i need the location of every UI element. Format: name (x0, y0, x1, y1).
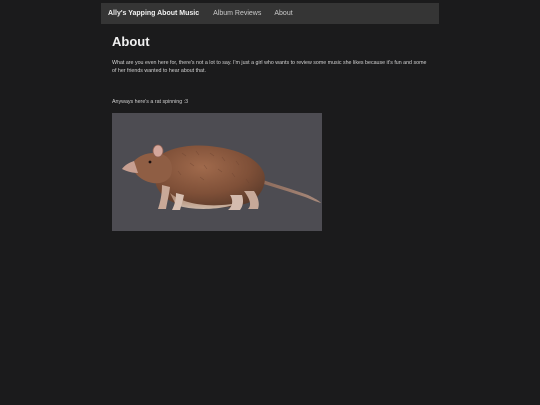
rat-tail (260, 179, 321, 203)
nav-link-about[interactable]: About (274, 10, 292, 17)
site-brand-link[interactable]: Ally's Yapping About Music (108, 10, 199, 17)
intro-paragraph: What are you even here for, there's not … (112, 60, 427, 75)
rat-head (132, 153, 172, 184)
rat-eye (148, 160, 152, 164)
page-title: About (112, 34, 150, 49)
rat-ear (152, 144, 164, 158)
main-content: About What are you even here for, there'… (112, 33, 432, 231)
top-navbar: Ally's Yapping About Music Album Reviews… (101, 3, 439, 24)
rat-media-frame (112, 113, 322, 231)
nav-link-album-reviews[interactable]: Album Reviews (213, 10, 261, 17)
rat-image (122, 144, 321, 210)
rat-caption: Anyways here's a rat spinning :3 (112, 99, 189, 105)
